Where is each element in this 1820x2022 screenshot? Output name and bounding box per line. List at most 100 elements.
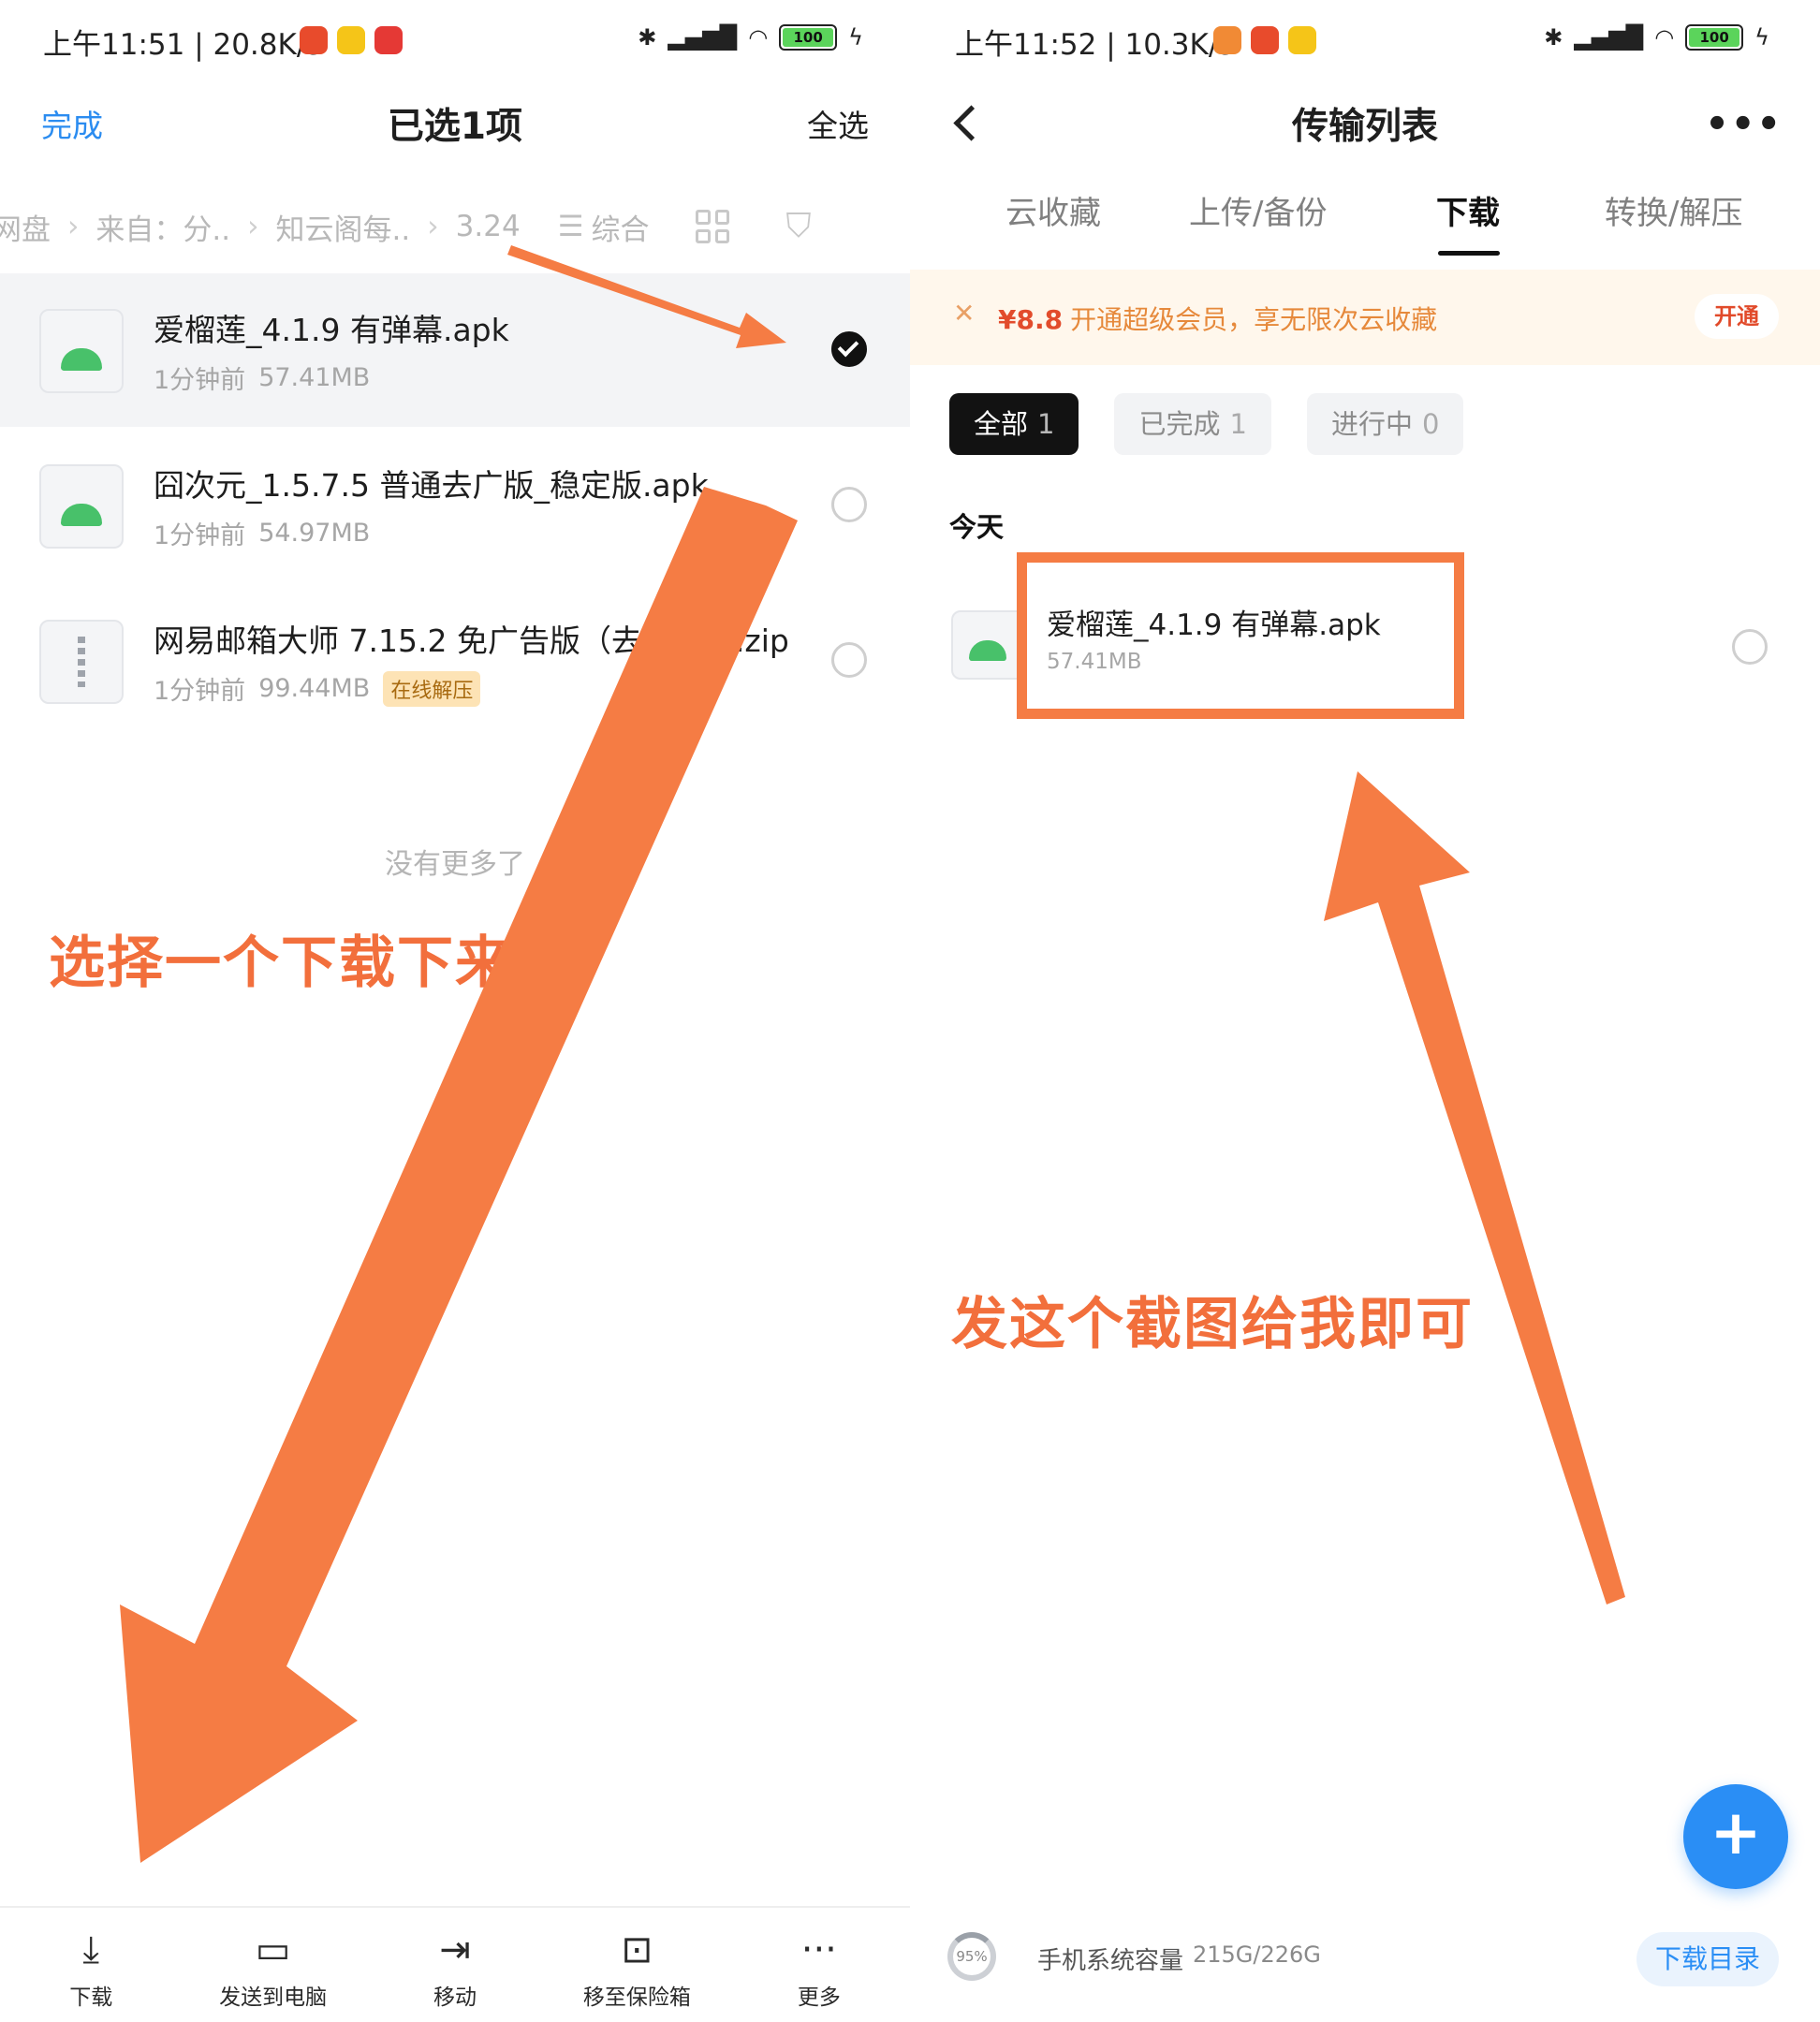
tab-upload-backup[interactable]: 上传/备份 [1189, 187, 1327, 233]
file-meta: 1分钟前 99.44MB 在线解压 [154, 670, 481, 707]
file-meta: 1分钟前 54.97MB [154, 515, 370, 551]
checkbox[interactable] [1732, 629, 1768, 665]
bluetooth-icon: ✱ [638, 24, 657, 51]
breadcrumb: 网盘 › 来自：分.. › 知云阁每.. › 3.24 ☰ 综合 ⛉ [0, 198, 910, 255]
chip-completed[interactable]: 已完成 1 [1114, 393, 1271, 455]
chevron-right-icon: › [247, 210, 259, 243]
breadcrumb-item[interactable]: 来自：分.. [95, 206, 230, 248]
online-unzip-badge[interactable]: 在线解压 [383, 670, 481, 707]
send-to-pc-icon: ▭ [255, 1928, 291, 1971]
file-time: 1分钟前 [154, 366, 246, 395]
tool-label: 发送到电脑 [219, 1985, 328, 2010]
download-folder-button[interactable]: 下载目录 [1636, 1932, 1779, 1986]
page-title: 传输列表 [1291, 106, 1438, 148]
close-icon[interactable]: ✕ [953, 298, 975, 329]
battery-icon: 100 [779, 24, 838, 51]
chip-label: 已完成 [1138, 408, 1221, 440]
file-row[interactable]: 囧次元_1.5.7.5 普通去广版_稳定版.apk 1分钟前 54.97MB [0, 429, 910, 582]
tool-label: 更多 [797, 1985, 841, 2010]
file-meta: 1分钟前 57.41MB [154, 359, 370, 396]
checkbox-checked[interactable] [831, 331, 867, 367]
more-icon: ··· [800, 1928, 837, 1971]
sort-label[interactable]: 综合 [591, 206, 649, 248]
move-to-vault-button[interactable]: ⊡ 移至保险箱 [546, 1908, 727, 2022]
chip-label: 全部 [974, 408, 1029, 440]
page-title: 已选1项 [387, 106, 523, 148]
grid-view-icon[interactable] [696, 210, 730, 243]
download-icon: ⤓ [82, 1928, 100, 1971]
zip-file-icon [39, 620, 124, 704]
chip-in-progress[interactable]: 进行中 0 [1306, 393, 1464, 455]
active-tab-indicator [1438, 251, 1500, 256]
app-notification-icon [1288, 26, 1316, 54]
chevron-right-icon: › [427, 210, 439, 243]
left-screen: 上午11:51 | 20.8K/s ✱ ▂▄▆█ ◠ 100 ϟ 完成 已选1项… [0, 0, 910, 2022]
storage-ring-icon: 95% [947, 1932, 996, 1981]
annotation-text: 发这个截图给我即可 [951, 1292, 1474, 1357]
filter-chips: 全部 1 已完成 1 进行中 0 [949, 393, 1464, 455]
section-header: 今天 [949, 511, 1005, 543]
open-vip-button[interactable]: 开通 [1695, 294, 1779, 339]
promo-price: ¥8.8 [998, 304, 1064, 335]
file-time: 1分钟前 [154, 521, 246, 550]
tool-label: 移动 [433, 1985, 477, 2010]
file-time: 1分钟前 [154, 677, 246, 706]
selection-header: 完成 已选1项 全选 [0, 90, 910, 161]
checkbox[interactable] [831, 487, 867, 522]
app-notification-icon [300, 26, 328, 54]
status-system-icons: ✱ ▂▄▆█ ◠ 100 ϟ [1544, 24, 1769, 51]
breadcrumb-item[interactable]: 网盘 [0, 206, 51, 248]
apk-file-icon [39, 309, 124, 393]
more-button[interactable]: ··· 更多 [728, 1908, 910, 2022]
tab-download[interactable]: 下载 [1436, 187, 1500, 233]
transfer-header: 传输列表 ••• [910, 90, 1820, 161]
status-bar: 上午11:52 | 10.3K/s ✱ ▂▄▆█ ◠ 100 ϟ [910, 0, 1820, 81]
filter-icon[interactable]: ⛉ [785, 207, 811, 246]
apk-file-icon [39, 464, 124, 549]
status-time: 上午11:52 | 10.3K/s [955, 28, 1234, 62]
battery-icon: 100 [1685, 24, 1744, 51]
checkbox[interactable] [831, 642, 867, 678]
status-app-icons [1213, 26, 1316, 54]
file-row[interactable]: 网易邮箱大师 7.15.2 免广告版（去更新）.zip 1分钟前 99.44MB… [0, 584, 910, 738]
annotation-highlight-box [1017, 552, 1464, 719]
select-all-button[interactable]: 全选 [807, 101, 869, 146]
file-name: 囧次元_1.5.7.5 普通去广版_稳定版.apk [154, 467, 709, 504]
chip-count: 1 [1229, 408, 1247, 440]
list-end-text: 没有更多了 [385, 848, 525, 881]
more-options-icon[interactable]: ••• [1705, 103, 1783, 146]
app-notification-icon [374, 26, 403, 54]
promo-text: ¥8.8 开通超级会员，享无限次云收藏 [998, 300, 1437, 337]
battery-level: 100 [793, 29, 823, 46]
annotation-text: 选择一个下载下来 [49, 930, 513, 996]
chip-count: 0 [1421, 408, 1440, 440]
vip-promo-banner: ✕ ¥8.8 开通超级会员，享无限次云收藏 开通 [910, 270, 1820, 365]
sort-icon[interactable]: ☰ [558, 210, 584, 243]
chip-count: 1 [1037, 408, 1055, 440]
bluetooth-icon: ✱ [1544, 24, 1563, 51]
vault-icon: ⊡ [621, 1928, 653, 1971]
tool-label: 移至保险箱 [582, 1985, 691, 2010]
transfer-tabs: 云收藏 上传/备份 下载 转换/解压 [910, 178, 1820, 256]
breadcrumb-item[interactable]: 知云阁每.. [276, 206, 411, 248]
tab-convert-unzip[interactable]: 转换/解压 [1605, 187, 1742, 233]
apk-file-icon [951, 610, 1026, 680]
move-button[interactable]: ⇥ 移动 [364, 1908, 546, 2022]
battery-level: 100 [1699, 29, 1729, 46]
check-icon [837, 335, 859, 358]
add-button[interactable]: + [1683, 1784, 1788, 1889]
charging-icon: ϟ [848, 24, 863, 51]
status-system-icons: ✱ ▂▄▆█ ◠ 100 ϟ [638, 24, 863, 51]
tab-cloud-favorites[interactable]: 云收藏 [1005, 187, 1101, 233]
signal-icon: ▂▄▆█ [1574, 24, 1644, 51]
chip-all[interactable]: 全部 1 [949, 393, 1079, 455]
breadcrumb-item[interactable]: 3.24 [456, 210, 521, 243]
download-button[interactable]: ⤓ 下载 [0, 1908, 182, 2022]
send-to-pc-button[interactable]: ▭ 发送到电脑 [182, 1908, 363, 2022]
file-row[interactable]: 爱榴莲_4.1.9 有弹幕.apk 1分钟前 57.41MB [0, 273, 910, 427]
storage-label: 手机系统容量 [1037, 1947, 1184, 1975]
app-notification-icon [1251, 26, 1279, 54]
storage-bar: 95% 手机系统容量 215G/226G 下载目录 [910, 1927, 1820, 1994]
status-time: 上午11:51 | 20.8K/s [43, 28, 322, 62]
wifi-icon: ◠ [1654, 24, 1675, 51]
